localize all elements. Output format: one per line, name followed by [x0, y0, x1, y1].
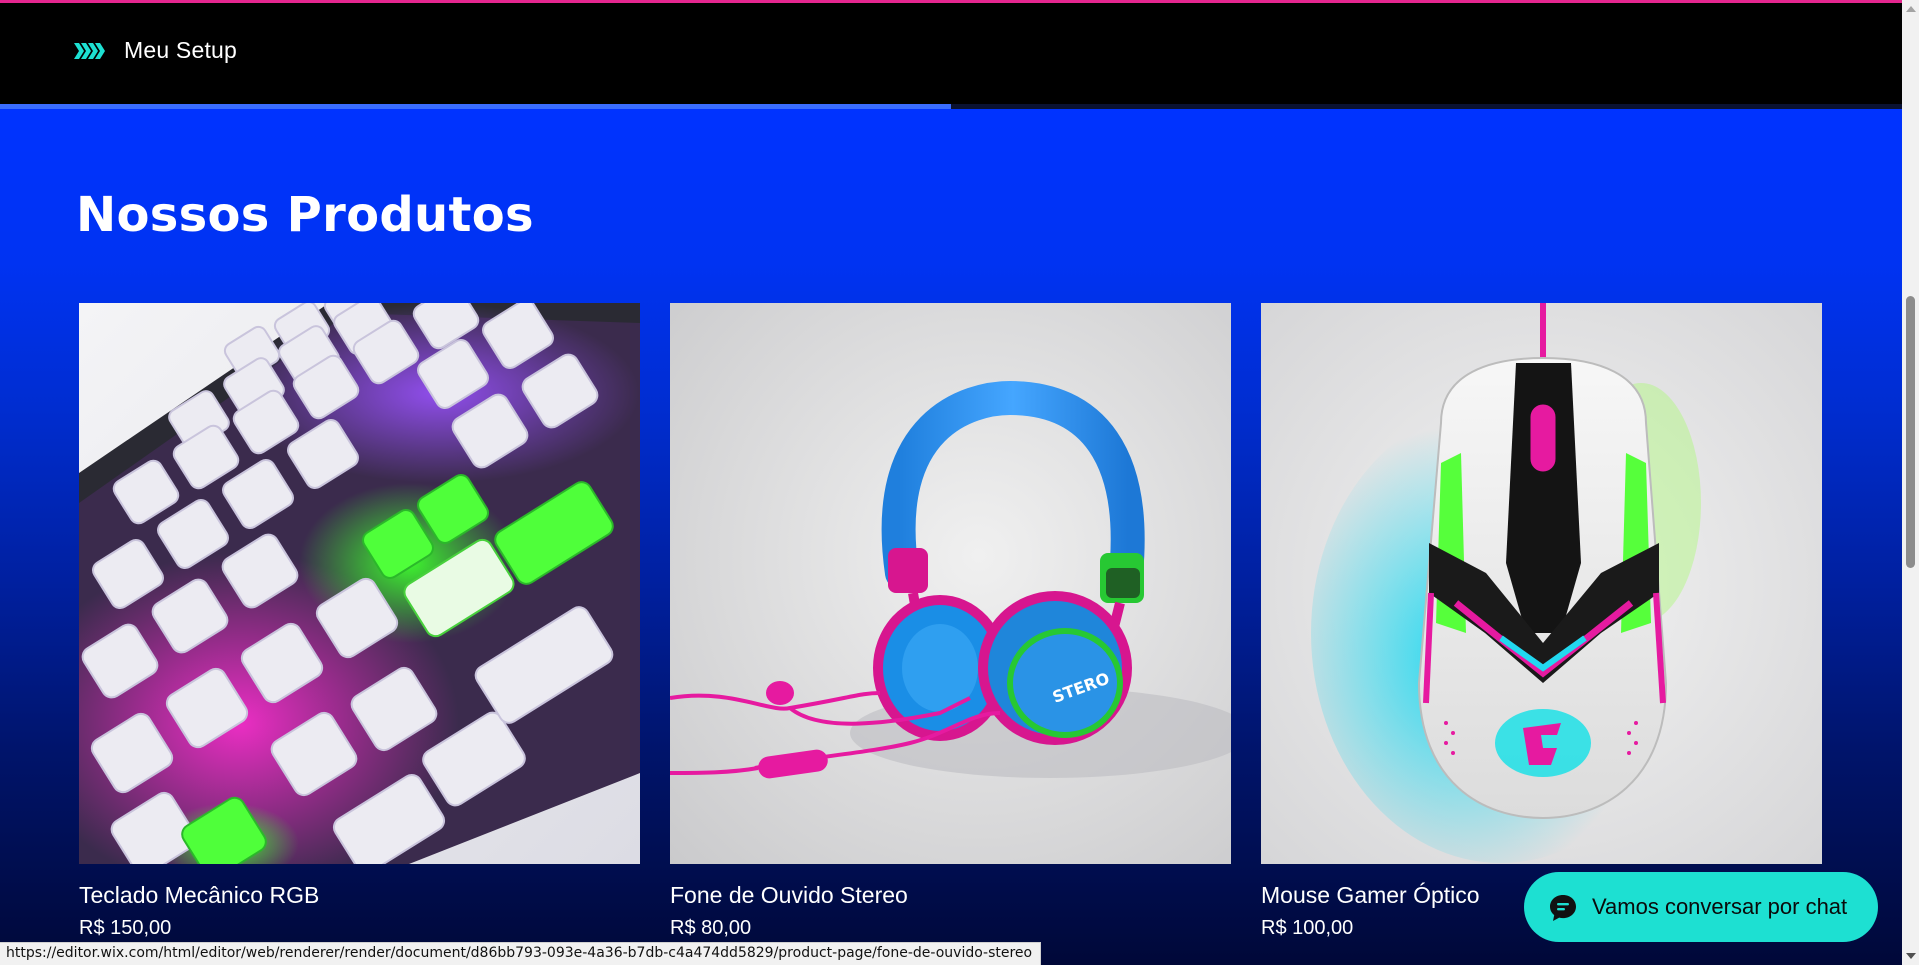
scroll-up-arrow-icon[interactable]: [1906, 6, 1916, 12]
product-name[interactable]: Mouse Gamer Óptico: [1261, 882, 1480, 909]
chat-bubble-icon: [1548, 893, 1578, 923]
site-header: Meu Setup: [0, 3, 1902, 104]
product-name[interactable]: Teclado Mecânico RGB: [79, 882, 319, 909]
keyboard-image[interactable]: [79, 303, 640, 864]
vertical-scrollbar[interactable]: [1902, 0, 1919, 965]
scrollbar-thumb[interactable]: [1906, 296, 1915, 568]
product-price: R$ 150,00: [79, 917, 172, 939]
chat-button[interactable]: Vamos conversar por chat: [1524, 872, 1878, 942]
products-section: Nossos Produtos Teclado Mecânico RGB R$ …: [0, 109, 1902, 965]
product-price: R$ 100,00: [1261, 917, 1354, 939]
product-name[interactable]: Fone de Ouvido Stereo: [670, 882, 908, 909]
product-price: R$ 80,00: [670, 917, 752, 939]
page: Meu Setup Nossos Produtos Teclado Mecâni…: [0, 0, 1919, 965]
section-title: Nossos Produtos: [76, 187, 534, 243]
chat-button-label: Vamos conversar por chat: [1592, 894, 1848, 919]
status-bar-url: https://editor.wix.com/html/editor/web/r…: [0, 942, 1042, 965]
product-card[interactable]: STERO Fone de Ouvido Stereo R$ 80,00: [670, 303, 1231, 939]
headphones-image[interactable]: STERO: [670, 303, 1231, 864]
product-card[interactable]: Teclado Mecânico RGB R$ 150,00: [79, 303, 640, 939]
scroll-down-arrow-icon[interactable]: [1906, 953, 1916, 959]
product-card[interactable]: Mouse Gamer Óptico R$ 100,00: [1261, 303, 1822, 939]
mouse-image[interactable]: [1261, 303, 1822, 864]
chevrons-logo-icon[interactable]: [74, 40, 106, 62]
site-name-link[interactable]: Meu Setup: [124, 37, 237, 64]
